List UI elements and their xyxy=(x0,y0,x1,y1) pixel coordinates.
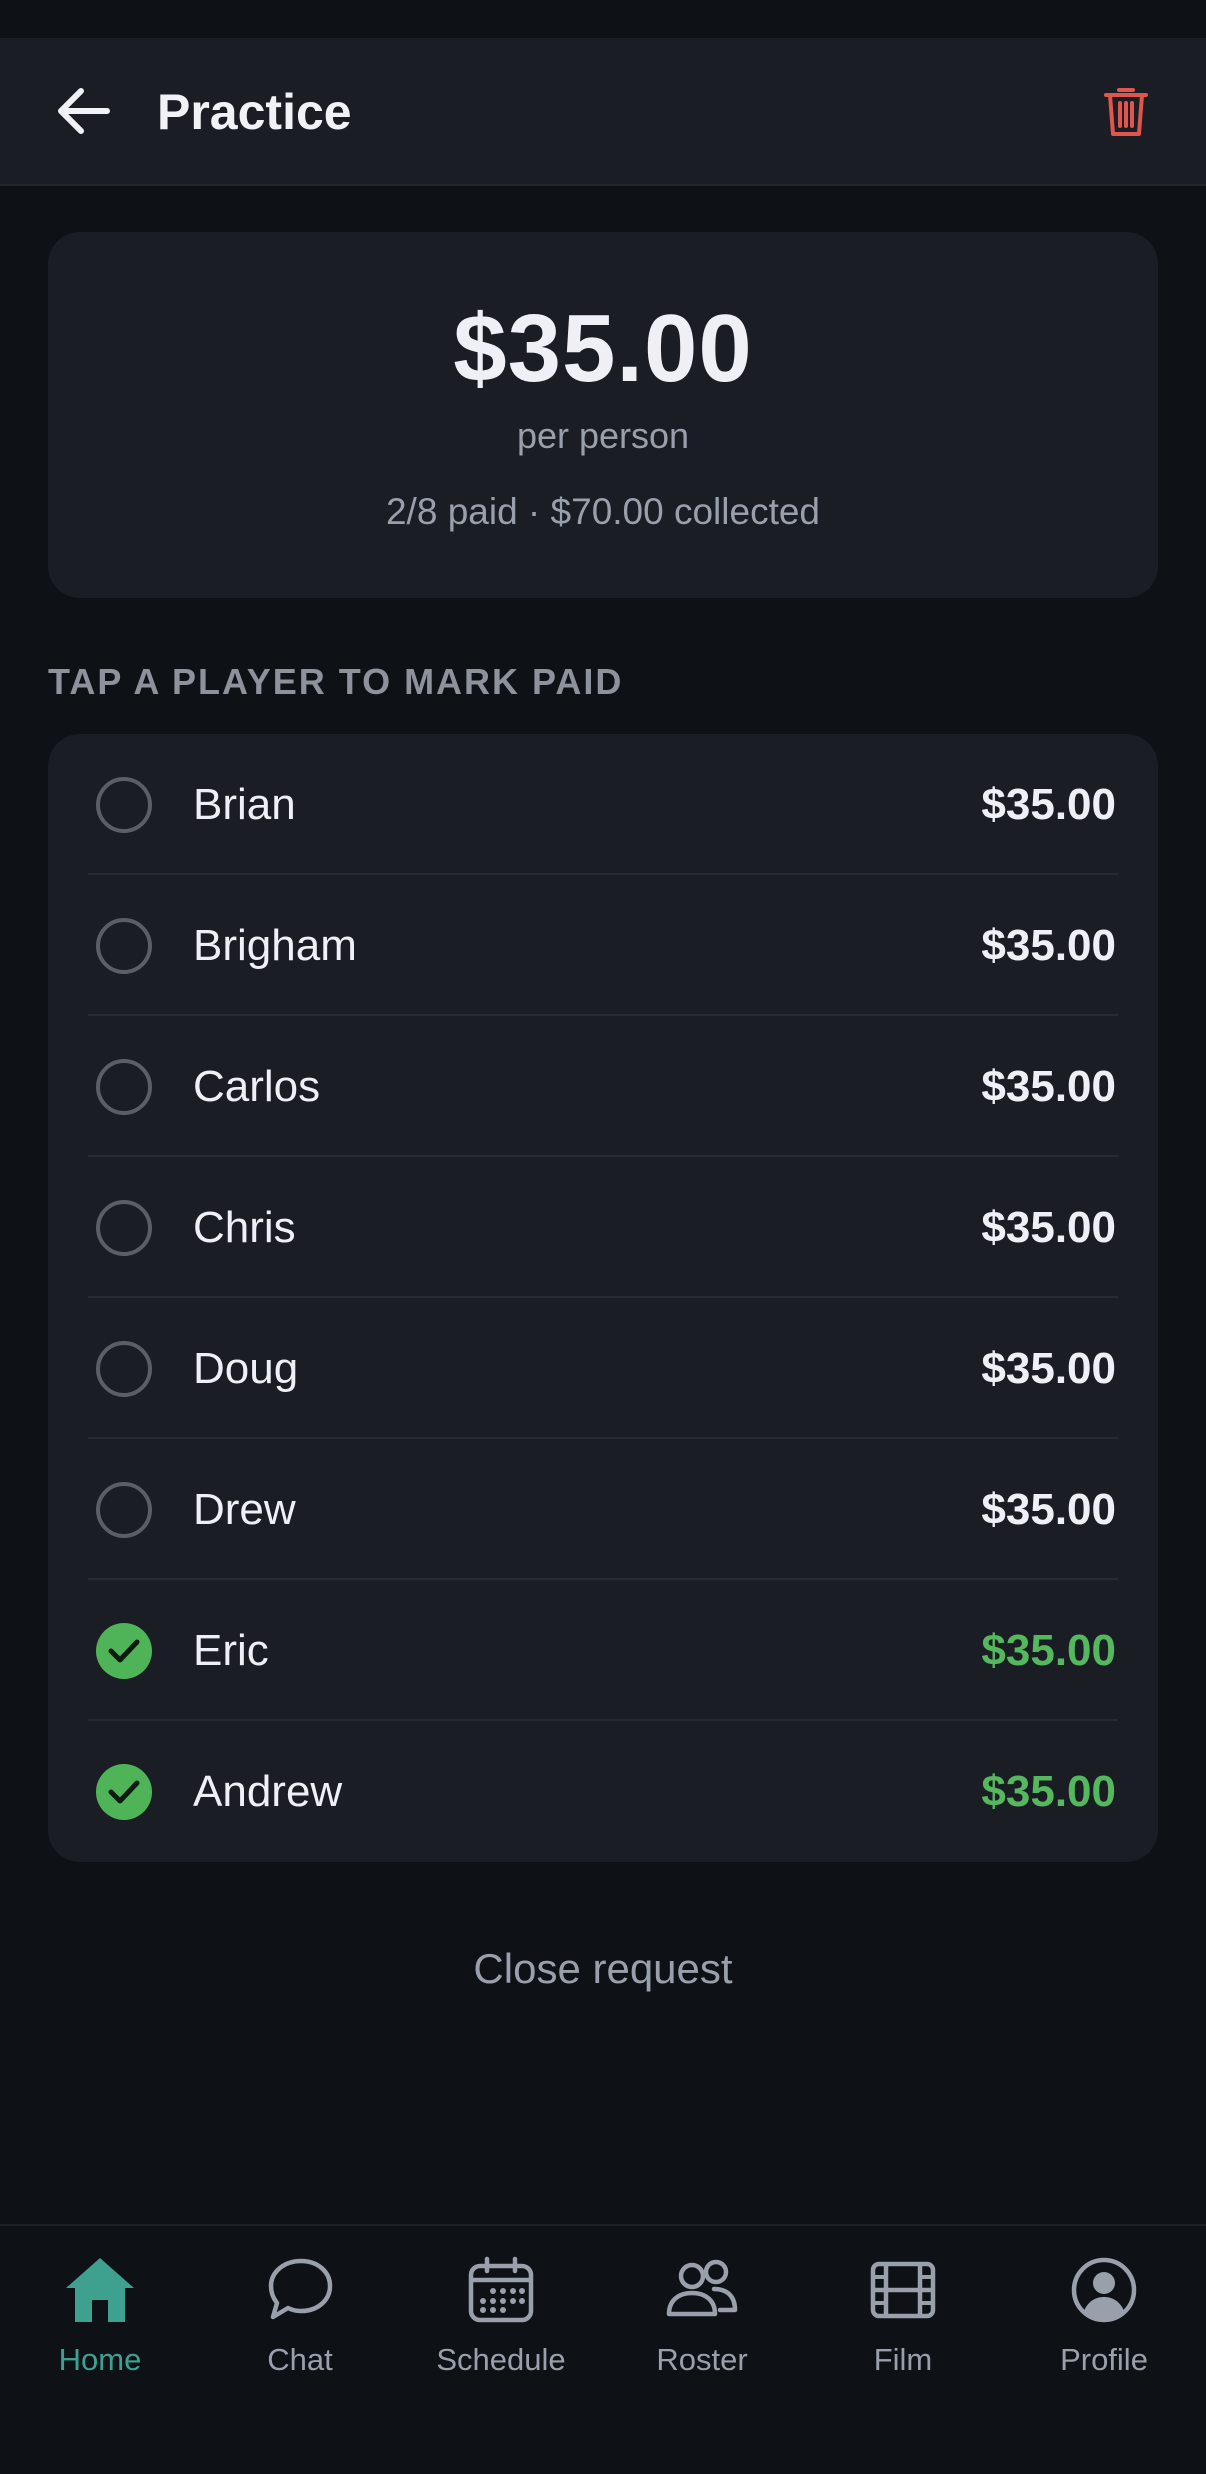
page-title: Practice xyxy=(157,84,352,140)
close-request-button[interactable]: Close request xyxy=(0,1944,1206,1994)
checkmark-circle-icon xyxy=(96,1623,152,1679)
player-row-brian[interactable]: Brian $35.00 xyxy=(48,734,1158,875)
player-name: Andrew xyxy=(193,1767,343,1816)
unchecked-circle-icon xyxy=(96,777,152,833)
back-button[interactable] xyxy=(48,76,118,146)
users-icon xyxy=(666,2259,738,2317)
player-name: Brian xyxy=(193,780,296,829)
player-list: Brian $35.00 Brigham $35.00 Carlos $35.0… xyxy=(48,734,1158,1862)
player-row-drew[interactable]: Drew $35.00 xyxy=(48,1439,1158,1580)
unchecked-circle-icon xyxy=(96,1341,152,1397)
status-bar xyxy=(0,0,1206,38)
player-amount: $35.00 xyxy=(981,921,1116,970)
paid-summary: 2/8 paid · $70.00 collected xyxy=(385,491,821,532)
checkmark-circle-icon xyxy=(96,1764,152,1820)
tab-profile[interactable]: Profile xyxy=(1004,2246,1204,2386)
tab-film[interactable]: Film xyxy=(803,2246,1003,2386)
player-amount-paid: $35.00 xyxy=(981,1626,1116,1675)
player-row-chris[interactable]: Chris $35.00 xyxy=(48,1157,1158,1298)
player-row-eric[interactable]: Eric $35.00 xyxy=(48,1580,1158,1721)
player-name: Carlos xyxy=(193,1062,321,1111)
section-label: TAP A PLAYER TO MARK PAID xyxy=(48,661,624,702)
unchecked-circle-icon xyxy=(96,1200,152,1256)
back-arrow-icon xyxy=(58,88,110,134)
tab-home[interactable]: Home xyxy=(0,2246,200,2386)
amount-per-person: $35.00 xyxy=(453,295,753,402)
tab-chat[interactable]: Chat xyxy=(200,2246,400,2386)
film-icon xyxy=(870,2261,936,2319)
player-name: Drew xyxy=(193,1485,296,1534)
player-amount: $35.00 xyxy=(981,1485,1116,1534)
player-name: Chris xyxy=(193,1203,296,1252)
top-bar: Practice xyxy=(0,38,1206,186)
unchecked-circle-icon xyxy=(96,918,152,974)
per-person-label: per person xyxy=(516,415,690,456)
player-name: Eric xyxy=(193,1626,269,1675)
player-amount: $35.00 xyxy=(981,780,1116,829)
player-row-carlos[interactable]: Carlos $35.00 xyxy=(48,1016,1158,1157)
profile-icon xyxy=(1071,2257,1137,2323)
bottom-tab-bar: Home Chat Schedule Roster Film Profile xyxy=(0,2224,1206,2474)
player-row-andrew[interactable]: Andrew $35.00 xyxy=(48,1721,1158,1862)
delete-button[interactable] xyxy=(1096,76,1156,146)
home-icon xyxy=(66,2258,134,2322)
chat-icon xyxy=(268,2258,333,2320)
player-name: Brigham xyxy=(193,921,357,970)
player-amount: $35.00 xyxy=(981,1203,1116,1252)
calendar-icon xyxy=(468,2256,534,2323)
player-amount-paid: $35.00 xyxy=(981,1767,1116,1816)
tab-roster[interactable]: Roster xyxy=(602,2246,802,2386)
tab-schedule[interactable]: Schedule xyxy=(401,2246,601,2386)
unchecked-circle-icon xyxy=(96,1482,152,1538)
player-row-doug[interactable]: Doug $35.00 xyxy=(48,1298,1158,1439)
player-amount: $35.00 xyxy=(981,1062,1116,1111)
trash-icon xyxy=(1104,88,1148,136)
player-name: Doug xyxy=(193,1344,299,1393)
payment-summary-card: $35.00 per person 2/8 paid · $70.00 coll… xyxy=(48,232,1158,598)
player-amount: $35.00 xyxy=(981,1344,1116,1393)
player-row-brigham[interactable]: Brigham $35.00 xyxy=(48,875,1158,1016)
unchecked-circle-icon xyxy=(96,1059,152,1115)
